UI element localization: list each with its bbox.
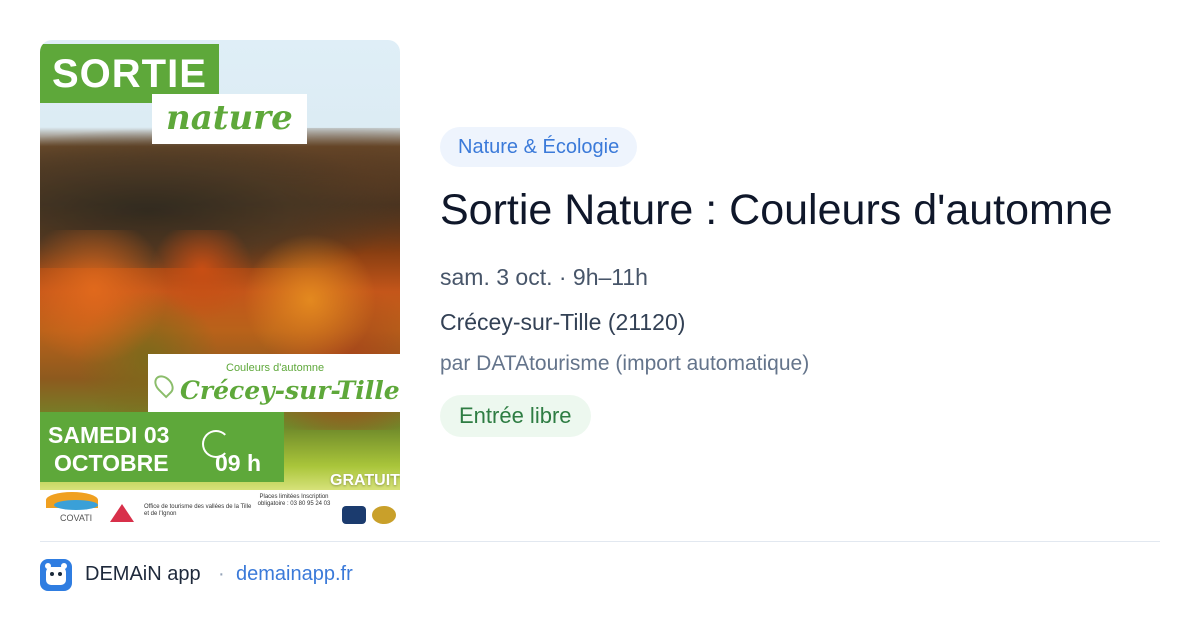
category-chip[interactable]: Nature & Écologie: [440, 127, 638, 167]
poster-partner-logos: COVATI Office de tourisme des vallées de…: [40, 490, 400, 524]
poster-date-line2: OCTOBRE: [54, 450, 169, 476]
logo-eye-right: [58, 572, 62, 576]
app-name: DEMAiN app: [85, 563, 201, 585]
partner-seal-icon: [372, 506, 396, 524]
event-poster-image[interactable]: SORTIE nature Couleurs d'automne Crécey-…: [40, 40, 400, 524]
office-tourisme-text: Office de tourisme des vallées de la Til…: [144, 504, 252, 517]
price-badge: Entrée libre: [440, 395, 591, 437]
covati-logo-wave-icon: [54, 500, 98, 510]
event-location: Crécey-sur-Tille (21120): [440, 309, 686, 335]
poster-date-line1: SAMEDI 03: [48, 422, 170, 448]
logo-eye-left: [50, 572, 54, 576]
poster-time: 09 h: [215, 450, 262, 476]
poster-subtitle: Couleurs d'automne: [226, 362, 325, 374]
places-limitees-text: Places limitées Inscription obligatoire …: [257, 494, 331, 507]
covati-logo-text: COVATI: [60, 513, 93, 523]
app-logo-icon: [40, 559, 72, 591]
logo-face: [46, 567, 66, 585]
poster-title-line2: nature: [152, 94, 307, 144]
event-source: par DATAtourisme (import automatique): [440, 352, 810, 375]
event-title: Sortie Nature : Couleurs d'automne: [440, 186, 1113, 234]
footer-divider: [40, 541, 1160, 542]
event-date-time: sam. 3 oct. · 9h–11h: [440, 264, 648, 290]
location-pin-icon: [150, 371, 178, 399]
poster-location-box: Couleurs d'automne Crécey-sur-Tille: [148, 354, 400, 412]
poster-location: Crécey-sur-Tille: [180, 376, 400, 405]
footer-separator: ·: [218, 563, 225, 585]
poster-date-box: SAMEDI 03 OCTOBRE 09 h: [40, 412, 284, 482]
partner-logo-icon: [342, 506, 366, 524]
app-domain-link[interactable]: demainapp.fr: [236, 563, 353, 586]
office-tourisme-logo-icon: [110, 504, 134, 522]
poster-price-badge: GRATUIT: [330, 472, 400, 489]
